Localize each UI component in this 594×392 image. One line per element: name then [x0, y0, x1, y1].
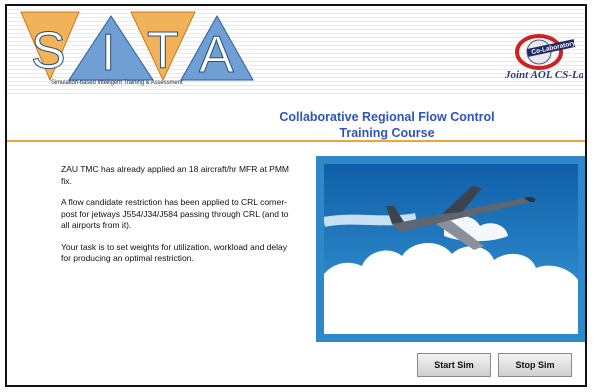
svg-text:I: I: [101, 24, 115, 82]
header-banner: S I T A Simulation-based Intelligent Tra…: [7, 6, 585, 96]
airplane-illustration: [316, 156, 585, 342]
course-title-line1: Collaborative Regional Flow Control: [279, 110, 495, 124]
course-title-line2: Training Course: [339, 126, 435, 140]
logo-tagline: Simulation-based Intelligent Training & …: [51, 80, 183, 86]
scenario-description: ZAU TMC has already applied an 18 aircra…: [61, 164, 297, 275]
sita-logo: S I T A: [20, 11, 254, 85]
start-sim-button[interactable]: Start Sim: [417, 353, 491, 377]
svg-text:T: T: [147, 22, 179, 80]
scenario-paragraph-3: Your task is to set weights for utilizat…: [61, 241, 288, 264]
title-divider: [7, 140, 585, 142]
svg-text:A: A: [199, 26, 234, 84]
svg-text:S: S: [31, 22, 66, 80]
stop-sim-button[interactable]: Stop Sim: [498, 353, 572, 377]
course-title: Collaborative Regional Flow Control Trai…: [237, 109, 537, 141]
svg-text:Joint AOL CS-Lab: Joint AOL CS-Lab: [504, 69, 583, 81]
airplane-icon: [324, 164, 578, 334]
scenario-paragraph-2: A flow candidate restriction has been ap…: [61, 197, 289, 230]
colab-logo: Co-Laboratory Joint AOL CS-Lab: [504, 34, 583, 81]
scenario-paragraph-1: ZAU TMC has already applied an 18 aircra…: [61, 164, 290, 186]
app-window: S I T A Simulation-based Intelligent Tra…: [5, 4, 587, 387]
